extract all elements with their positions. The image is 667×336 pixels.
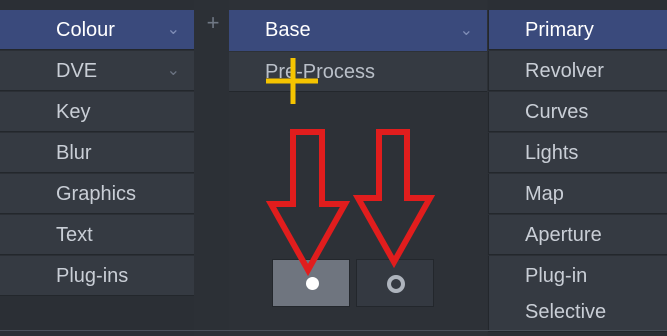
red-arrow-left-icon (265, 129, 351, 277)
annotation-overlay (265, 58, 436, 277)
red-arrow-right-icon (352, 129, 436, 269)
crosshair-cursor-icon (266, 58, 318, 104)
